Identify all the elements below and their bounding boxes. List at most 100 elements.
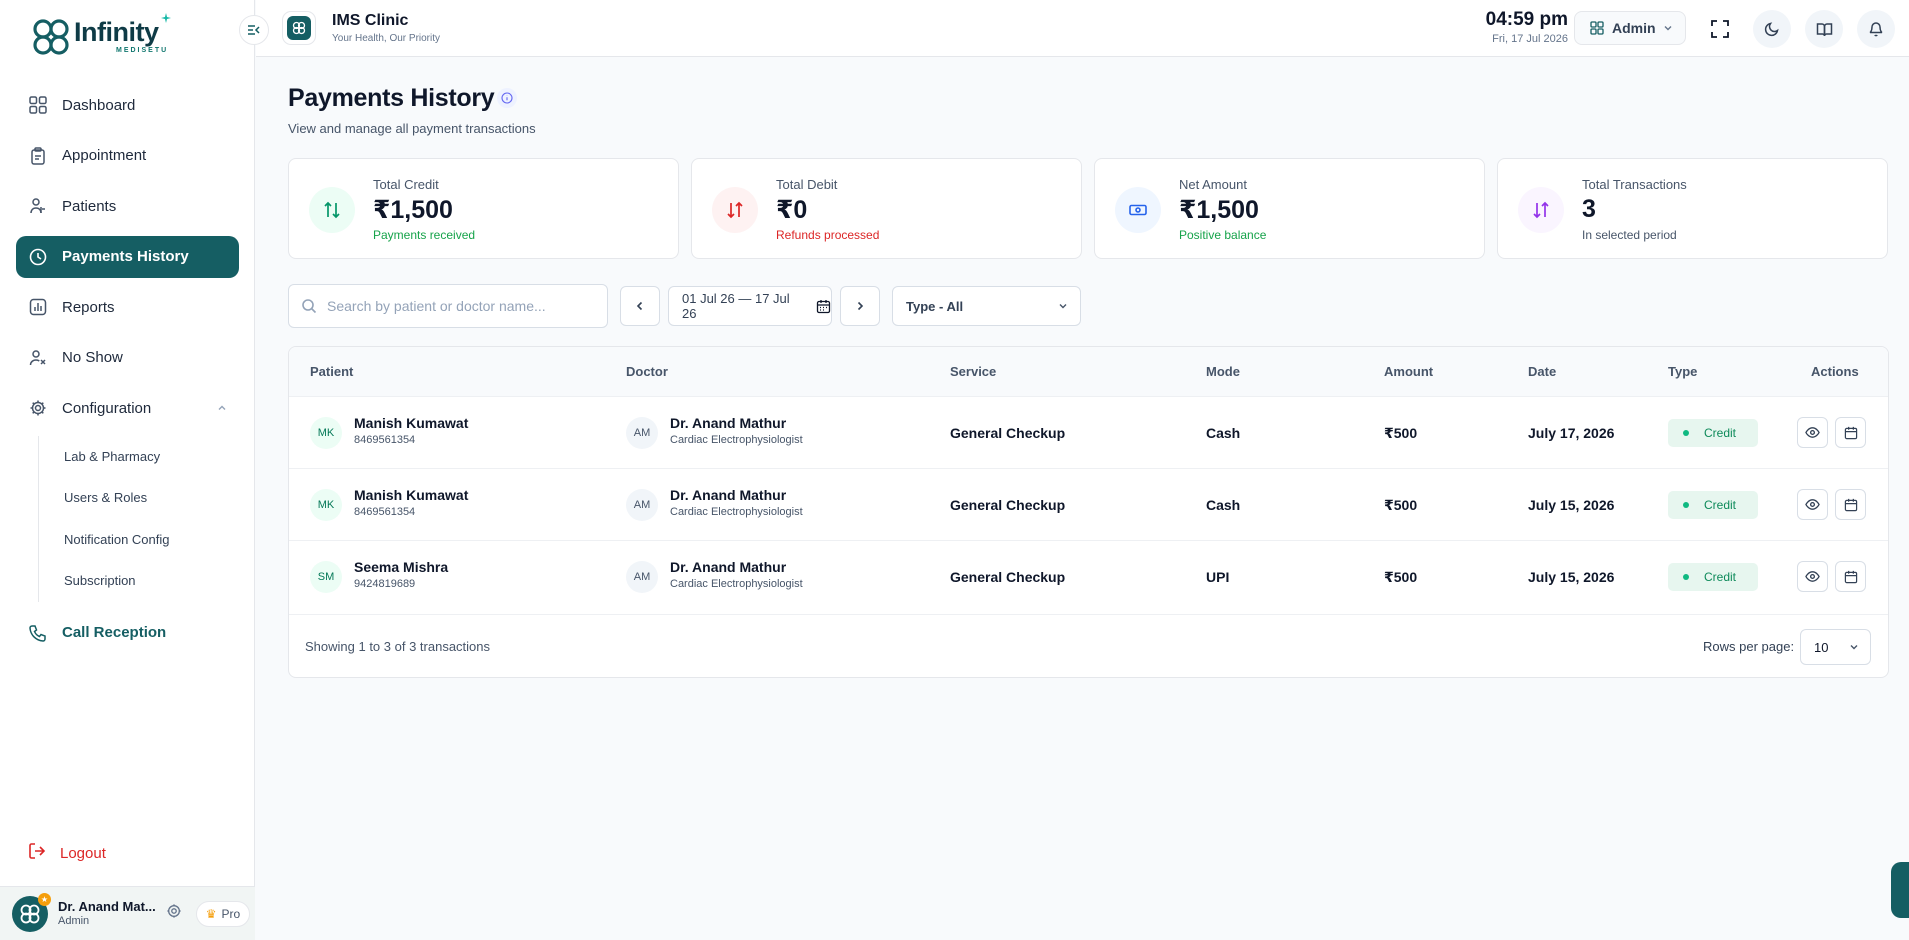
column-header-date: Date [1528,364,1557,379]
doctor-avatar: AM [626,417,658,449]
calendar-icon [1844,426,1857,439]
stat-note: Positive balance [1179,228,1267,242]
role-dropdown[interactable]: Admin [1574,11,1686,45]
search-icon [302,299,317,314]
user-settings-icon[interactable] [166,903,182,924]
sidebar-item-appointment[interactable]: Appointment [16,135,239,177]
notifications-button[interactable] [1857,10,1895,48]
menu-collapse-icon [248,25,260,35]
view-button[interactable] [1797,561,1828,592]
page-subtitle: View and manage all payment transactions [288,121,536,136]
phone-icon [28,623,48,643]
clock-time: 04:59 pm [1485,9,1568,30]
mode-cell: UPI [1206,569,1230,585]
sidebar-item-dashboard[interactable]: Dashboard [16,84,239,126]
brand-logo[interactable]: Infinity MEDISETU [30,13,171,56]
doctor-specialty: Cardiac Electrophysiologist [670,434,803,446]
view-button[interactable] [1797,489,1828,520]
type-filter-select[interactable]: Type - All [892,286,1081,326]
clipboard-icon [28,146,48,166]
date-cell: July 15, 2026 [1528,569,1615,585]
rows-per-page-select[interactable]: 10 [1800,629,1871,665]
sidebar-collapse-button[interactable] [239,15,269,45]
sidebar-item-configuration[interactable]: Configuration [16,387,239,429]
plan-label: Pro [221,906,241,921]
sidebar-item-call-reception[interactable]: Call Reception [16,612,239,654]
service-cell: General Checkup [950,425,1066,441]
subnav-item-lab-pharmacy[interactable]: Lab & Pharmacy [64,436,239,478]
plan-badge: ♛ Pro [195,900,251,927]
sidebar-item-no-show[interactable]: No Show [16,337,239,379]
schedule-button[interactable] [1835,489,1866,520]
stat-note: In selected period [1582,228,1677,242]
stat-card-total-credit: Total Credit ₹1,500 Payments received [288,158,679,259]
clock: 04:59 pm Fri, 17 Jul 2026 [1484,9,1568,45]
docs-button[interactable] [1805,10,1843,48]
avatar-logo-icon [20,904,40,923]
date-cell: July 15, 2026 [1528,497,1615,513]
logout-icon [28,842,46,864]
column-header-patient: Patient [310,364,354,379]
status-badge-label: Credit [1704,426,1737,440]
schedule-button[interactable] [1835,561,1866,592]
subnav-item-notification-config[interactable]: Notification Config [64,519,239,561]
stat-label: Net Amount [1179,177,1247,192]
doctor-avatar: AM [626,489,658,521]
patient-name: Seema Mishra [354,559,449,575]
table-row[interactable]: MK Manish Kumawat 8469561354 AM Dr. Anan… [289,397,1888,469]
stat-label: Total Transactions [1582,177,1687,192]
patient-phone: 8469561354 [354,434,416,446]
mode-cell: Cash [1206,497,1241,513]
crown-icon: ♛ [205,906,217,921]
date-range-label: 01 Jul 26 — 17 Jul 26 [682,291,790,321]
patients-icon [28,196,48,216]
subnav-item-users-roles[interactable]: Users & Roles [64,477,239,519]
book-open-icon [1816,22,1832,36]
banknote-icon [1115,187,1161,233]
transfer-icon [309,187,355,233]
fullscreen-button[interactable] [1701,10,1739,48]
doctor-specialty: Cardiac Electrophysiologist [670,506,803,518]
side-panel-tab[interactable] [1891,862,1909,918]
gear-icon [28,398,48,418]
sidebar-item-payments-history[interactable]: Payments History [16,235,239,278]
date-next-button[interactable] [840,286,880,326]
stat-value: ₹1,500 [373,196,453,224]
status-badge-label: Credit [1704,498,1737,512]
transfer-icon [712,187,758,233]
user-name: Dr. Anand Mat... [58,899,156,915]
logout-button[interactable]: Logout [28,842,106,864]
date-range-picker[interactable]: 01 Jul 26 — 17 Jul 26 [668,286,832,326]
patient-avatar: SM [310,561,342,593]
sidebar-item-label: Call Reception [62,624,167,641]
payments-table: Patient Doctor Service Mode Amount Date … [288,346,1889,678]
view-button[interactable] [1797,417,1828,448]
calendar-icon [1844,498,1857,511]
stat-label: Total Credit [373,177,439,192]
search-input[interactable] [327,298,587,314]
role-dropdown-label: Admin [1612,20,1656,36]
stat-card-net-amount: Net Amount ₹1,500 Positive balance [1094,158,1485,259]
table-row[interactable]: MK Manish Kumawat 8469561354 AM Dr. Anan… [289,469,1888,541]
sidebar-item-patients[interactable]: Patients [16,185,239,227]
avatar: ★ [12,892,51,932]
config-subnav: Lab & Pharmacy Users & Roles Notificatio… [38,435,239,602]
stat-value: ₹1,500 [1179,196,1259,224]
date-cell: July 17, 2026 [1528,425,1615,441]
table-row[interactable]: SM Seema Mishra 9424819689 AM Dr. Anand … [289,541,1888,615]
moon-icon [1764,22,1779,37]
date-prev-button[interactable] [620,286,660,326]
patient-avatar: MK [310,417,342,449]
info-icon[interactable] [497,88,517,108]
user-card[interactable]: ★ Dr. Anand Mat... Admin ♛ Pro [0,886,255,940]
dark-mode-button[interactable] [1753,10,1791,48]
subnav-item-subscription[interactable]: Subscription [64,560,239,602]
sidebar-item-reports[interactable]: Reports [16,286,239,328]
sidebar-item-label: Appointment [62,147,147,164]
logout-label: Logout [60,844,106,862]
amount-cell: ₹500 [1384,569,1418,585]
stat-label: Total Debit [776,177,838,192]
star-icon: ★ [38,892,51,906]
chevron-right-icon [857,301,864,311]
schedule-button[interactable] [1835,417,1866,448]
